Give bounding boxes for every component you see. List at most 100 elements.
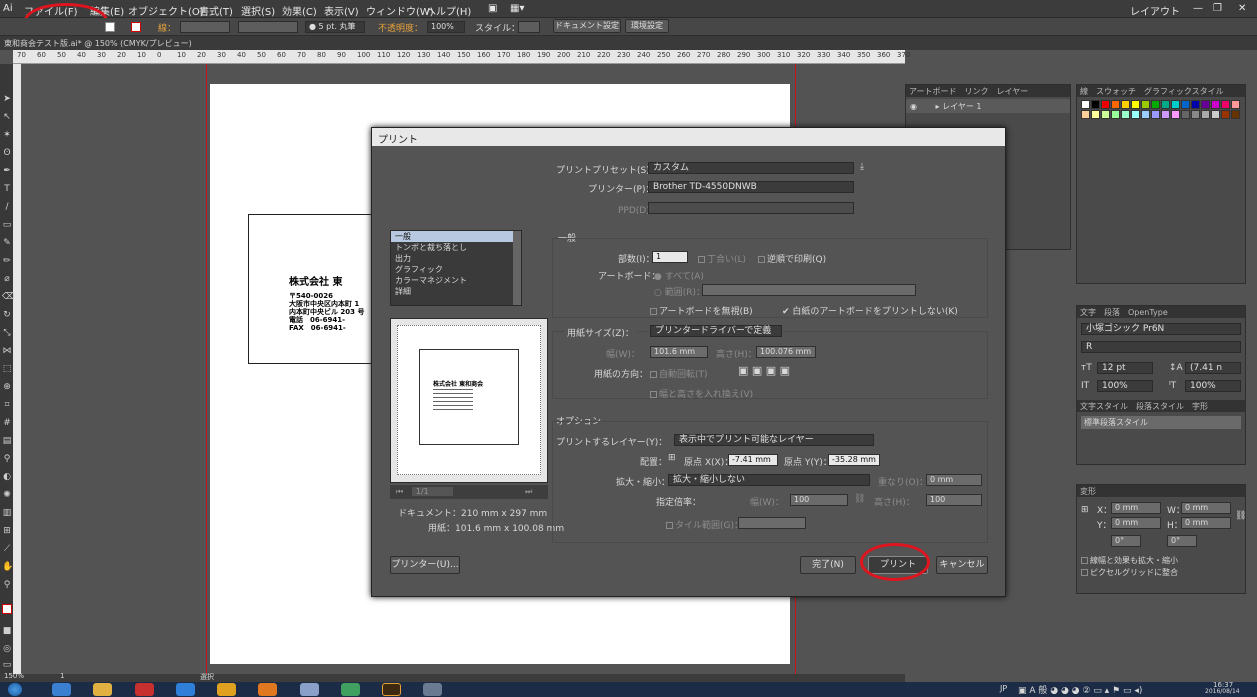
status-mode[interactable]: 選択 (200, 672, 214, 682)
minimize-button[interactable]: — (1193, 3, 1203, 14)
font-family-dropdown[interactable]: 小塚ゴシック Pr6N (1081, 323, 1241, 335)
save-preset-icon[interactable]: ⤓ (860, 162, 864, 172)
artboard-number[interactable]: 1 (60, 672, 64, 680)
category-marks-bleed[interactable]: トンボと裁ち落とし (391, 242, 521, 253)
orientation-buttons-icon[interactable]: ▣ ▣ ▣ ▣ (738, 364, 790, 377)
file-explorer-icon[interactable] (93, 683, 112, 696)
swatch-chip[interactable] (1191, 100, 1200, 109)
opacity-field[interactable]: 100% (427, 21, 465, 33)
pen-tool-icon[interactable]: ✒ (2, 166, 12, 176)
tray-icons[interactable]: ▣ A 般 ◕ ◕ ◕ ② ▭ ▴ ⚑ ▭ ◂) (1018, 683, 1142, 696)
swatch-chip[interactable] (1171, 110, 1180, 119)
tile-range-checkbox[interactable]: タイル範囲(G)： (666, 518, 743, 531)
align-pixel-grid-checkbox[interactable]: ピクセルグリッドに整合 (1081, 567, 1178, 578)
swatch-chip[interactable] (1211, 110, 1220, 119)
swatch-chip[interactable] (1141, 100, 1150, 109)
remote-desktop-icon[interactable] (300, 683, 319, 696)
swatch-chip[interactable] (1191, 110, 1200, 119)
reference-point-icon[interactable]: ⊞ (1081, 505, 1089, 515)
fill-stroke-icon[interactable] (2, 604, 12, 614)
gradient-tool-icon[interactable]: ▤ (2, 436, 12, 446)
overlap-field[interactable]: 0 mm (926, 474, 982, 486)
cancel-button[interactable]: キャンセル (936, 556, 988, 574)
swatch-chip[interactable] (1141, 110, 1150, 119)
document-tab[interactable]: 東和商会テスト版.ai* @ 150% (CMYK/プレビュー) (0, 36, 330, 50)
draw-mode-icon[interactable]: ◎ (2, 644, 12, 654)
swatch-chip[interactable] (1171, 100, 1180, 109)
preferences-button[interactable]: 環境設定 (625, 19, 669, 33)
clock-date[interactable]: 2016/08/14 (1205, 688, 1240, 695)
preset-dropdown[interactable]: カスタム (648, 162, 854, 174)
swatch-chip[interactable] (1121, 110, 1130, 119)
fill-swatch[interactable] (105, 22, 115, 32)
constrain-link-icon[interactable]: ⛓ (1235, 511, 1246, 521)
swatch-chip[interactable] (1181, 110, 1190, 119)
swatch-chip[interactable] (1111, 100, 1120, 109)
menu-select[interactable]: 選択(S) (241, 3, 275, 18)
selection-tool-icon[interactable]: ➤ (2, 94, 12, 104)
layer-1-name[interactable]: レイヤー 1 (942, 102, 981, 111)
document-setup-button[interactable]: ドキュメント設定 (553, 19, 621, 33)
height-field[interactable]: 100.076 mm (756, 346, 816, 358)
ppd-dropdown[interactable] (648, 202, 854, 214)
input-language[interactable]: JP (1000, 684, 1007, 693)
styles-panel-tabs[interactable]: 文字スタイル 段落スタイル 字形 (1077, 400, 1245, 412)
swatch-chip[interactable] (1081, 100, 1090, 109)
office-app-icon[interactable] (258, 683, 277, 696)
shape-builder-tool-icon[interactable]: ⊕ (2, 382, 12, 392)
printer-dropdown[interactable]: Brother TD-4550DNWB (648, 181, 854, 193)
hand-tool-icon[interactable]: ✋ (2, 562, 13, 572)
w-field[interactable]: 0 mm (1181, 502, 1231, 514)
tile-range-field[interactable] (738, 517, 806, 529)
symbol-sprayer-tool-icon[interactable]: ✺ (2, 490, 12, 500)
artboard-tool-icon[interactable]: ⊞ (2, 526, 12, 536)
media-size-dropdown[interactable]: プリンタードライバーで定義 (650, 325, 782, 337)
direct-selection-tool-icon[interactable]: ↖ (2, 112, 12, 122)
x-field[interactable]: 0 mm (1111, 502, 1161, 514)
print-preview[interactable]: 株式会社 東和商会 (390, 318, 548, 483)
illustrator-icon[interactable] (382, 683, 401, 696)
swatch-chip[interactable] (1101, 110, 1110, 119)
chrome-icon[interactable] (217, 683, 236, 696)
category-list[interactable]: 一般 トンボと裁ち落とし 出力 グラフィック カラーマネジメント 詳細 (390, 230, 522, 306)
category-advanced[interactable]: 詳細 (391, 286, 521, 297)
print-layers-dropdown[interactable]: 表示中でプリント可能なレイヤー (674, 434, 874, 446)
close-button[interactable]: ✕ (1238, 3, 1246, 14)
swatch-chip[interactable] (1081, 110, 1090, 119)
placement-grid-icon[interactable]: ⊞ (668, 453, 676, 463)
scale-height-field[interactable]: 100 (926, 494, 982, 506)
width-field[interactable]: 101.6 mm (650, 346, 708, 358)
font-size-field[interactable]: 12 pt (1097, 362, 1153, 374)
first-page-icon[interactable]: ⏮ (396, 487, 403, 496)
last-page-icon[interactable]: ⏭ (525, 487, 532, 496)
swatch-chip[interactable] (1211, 100, 1220, 109)
paint-icon[interactable] (423, 683, 442, 696)
scaling-dropdown[interactable]: 拡大・縮小しない (668, 474, 870, 486)
category-graphics[interactable]: グラフィック (391, 264, 521, 275)
collate-checkbox[interactable]: 丁合い(L) (698, 252, 746, 265)
reverse-order-checkbox[interactable]: 逆順で印刷(Q) (758, 252, 826, 265)
transform-panel-tab[interactable]: 変形 (1077, 485, 1245, 497)
free-transform-tool-icon[interactable]: ⬚ (2, 364, 12, 374)
swatch-chip[interactable] (1221, 100, 1230, 109)
rotate-tool-icon[interactable]: ↻ (2, 310, 12, 320)
printer-button[interactable]: プリンター(U)... (390, 556, 460, 574)
color-mode-icon[interactable]: ■ (2, 626, 12, 636)
line-tool-icon[interactable]: / (2, 202, 12, 212)
swatch-grid[interactable] (1081, 100, 1243, 140)
transverse-checkbox[interactable]: 幅と高さを入れ換え(V) (650, 387, 753, 400)
swatch-chip[interactable] (1121, 100, 1130, 109)
screen-mode-icon[interactable]: ▭ (2, 660, 12, 670)
stroke-swatch[interactable] (131, 22, 141, 32)
swatch-chip[interactable] (1091, 100, 1100, 109)
media-player-icon[interactable] (135, 683, 154, 696)
scale-link-icon[interactable]: ⛓ (854, 494, 865, 504)
ignore-artboards-checkbox[interactable]: アートボードを無視(B) (650, 304, 753, 317)
zoom-tool-icon[interactable]: ⚲ (2, 580, 12, 590)
paragraph-style-item[interactable]: 標準段落スタイル (1081, 416, 1241, 429)
shear-field[interactable]: 0° (1167, 535, 1197, 547)
menu-view[interactable]: 表示(V) (324, 3, 359, 18)
vertical-scale-field[interactable]: 100% (1097, 380, 1153, 392)
swatch-chip[interactable] (1111, 110, 1120, 119)
brush-dropdown[interactable]: ● 5 pt. 丸筆 (305, 21, 365, 33)
